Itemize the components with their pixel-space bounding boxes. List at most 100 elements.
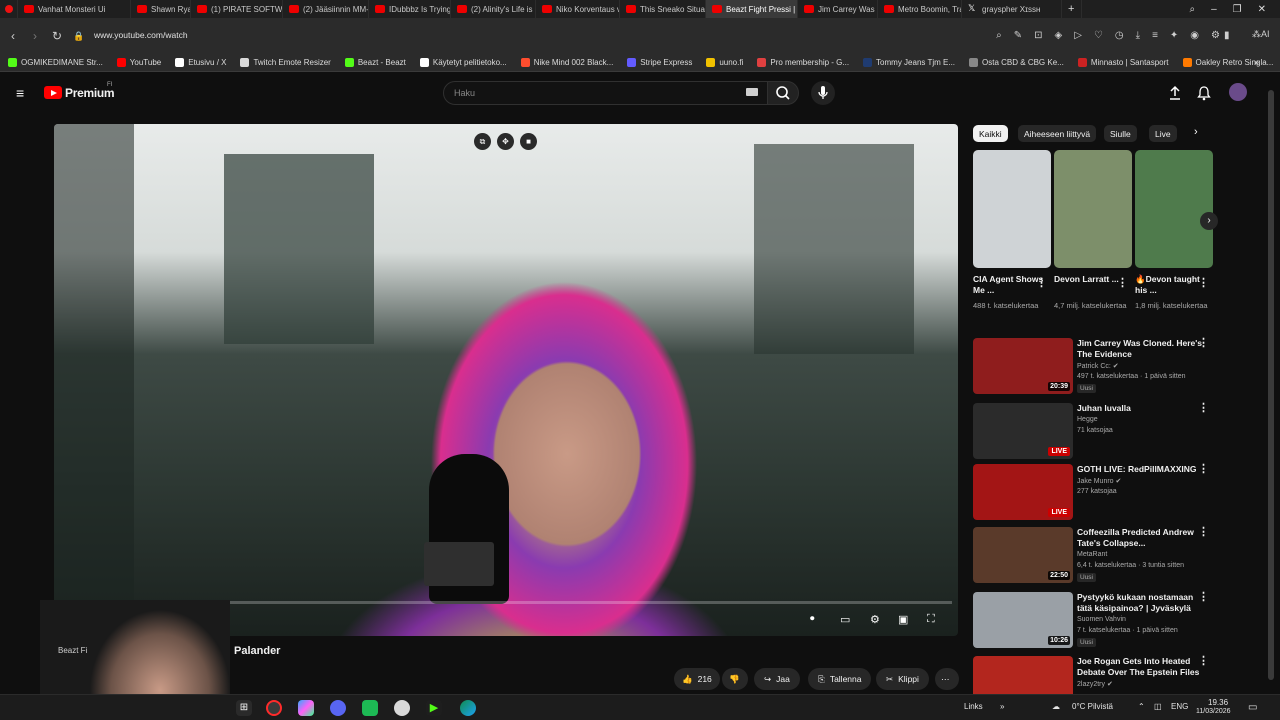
settings-icon[interactable]: ⚙	[1211, 30, 1220, 41]
dislike-button[interactable]: 👎	[722, 668, 748, 690]
filter-chip[interactable]: Kaikki	[973, 125, 1008, 142]
taskview-icon[interactable]: ⊞	[236, 700, 252, 716]
reload-icon[interactable]: ↻	[46, 29, 68, 43]
list-icon[interactable]: ≡	[1152, 30, 1158, 41]
bookmarks-overflow-icon[interactable]: »	[1254, 57, 1259, 67]
bookmark-item[interactable]: Osta CBD & CBG Ke...	[961, 58, 1070, 67]
short-thumbnail[interactable]	[973, 150, 1051, 268]
close-icon[interactable]: ✕	[1258, 4, 1266, 15]
steam-icon[interactable]	[394, 700, 410, 716]
bookmark-item[interactable]: Minnasto | Santasport	[1070, 58, 1175, 67]
youtube-logo-icon[interactable]	[44, 86, 62, 99]
notifications-icon[interactable]	[1197, 85, 1211, 101]
back-icon[interactable]: ‹	[2, 29, 24, 43]
opera-icon[interactable]	[266, 700, 282, 716]
recommendation-item[interactable]: LIVE GOTH LIVE: RedPillMAXXING Jake Munro …	[973, 464, 1213, 522]
bookmark-item[interactable]: Oakley Retro Singla...	[1175, 58, 1280, 67]
channel-name[interactable]: Hegge	[1077, 416, 1098, 423]
channel-name[interactable]: Patrick Cc: ✔	[1077, 362, 1119, 370]
more-vert-icon[interactable]: ⋮	[1198, 656, 1209, 667]
weather-widget[interactable]: 0°C Pilvistä	[1072, 702, 1113, 711]
links-toolbar[interactable]: Links	[964, 702, 983, 711]
more-vert-icon[interactable]: ⋮	[1198, 464, 1209, 475]
extension-icon[interactable]: ✦	[1170, 30, 1178, 41]
new-tab-button[interactable]: +	[1062, 0, 1082, 18]
network-icon[interactable]: ◫	[1154, 702, 1162, 711]
browser-tab[interactable]: Shawn Ryan Show	[131, 0, 191, 18]
video-thumbnail[interactable]: LIVE	[973, 403, 1073, 459]
edge-icon[interactable]	[460, 700, 476, 716]
chevron-icon[interactable]: »	[1000, 702, 1004, 711]
recommendation-item[interactable]: 20:39 Jim Carrey Was Cloned. Here's The E…	[973, 338, 1213, 396]
more-actions-button[interactable]: ⋯	[935, 668, 959, 690]
browser-tab[interactable]: (2) Alinity's Life is F	[451, 0, 536, 18]
channel-name[interactable]: Jake Munro ✔	[1077, 477, 1121, 485]
bookmark-item[interactable]: Käytetyt pelitietoko...	[412, 58, 513, 67]
browser-tab[interactable]: Niko Korventaus vs	[536, 0, 620, 18]
recommendation-item[interactable]: 10:26 Pystyykö kukaan nostamaan tätä käsi…	[973, 592, 1213, 650]
more-vert-icon[interactable]: ⋮	[1036, 278, 1047, 289]
bookmark-item[interactable]: Twitch Emote Resizer	[232, 58, 336, 67]
browser-tab[interactable]: Vanhat Monsteri Ui	[18, 0, 131, 18]
video-thumbnail[interactable]: 20:39	[973, 338, 1073, 394]
short-thumbnail[interactable]	[1054, 150, 1132, 268]
recommendation-item[interactable]: LIVE Juhan luvalla Hegge 71 katsojaa ⋮	[973, 403, 1213, 461]
language-indicator[interactable]: ENG	[1171, 702, 1188, 711]
download-icon[interactable]: ⤓	[1136, 30, 1140, 41]
fullscreen-icon[interactable]: ⛶	[927, 613, 935, 626]
clock-date[interactable]: 11/03/2026	[1196, 708, 1231, 715]
browser-tab[interactable]: (2) Jääsiinnin MM-l	[283, 0, 369, 18]
short-thumbnail[interactable]	[1135, 150, 1213, 268]
recommendation-item[interactable]: 22:50 Coffeezilla Predicted Andrew Tate's…	[973, 527, 1213, 585]
ai-button[interactable]: ⁂AI	[1252, 29, 1270, 40]
bookmark-item[interactable]: OGMIKEDIMANE Str...	[0, 58, 109, 67]
bookmark-item[interactable]: Etusivu / X	[167, 58, 232, 67]
kick-icon[interactable]: ▶	[426, 700, 442, 716]
browser-tab[interactable]: (1) PIRATE SOFTWA	[191, 0, 283, 18]
bookmark-item[interactable]: YouTube	[109, 58, 167, 67]
browser-tab[interactable]: Beazt Fight Pressi | Vai	[706, 0, 798, 18]
subtitles-icon[interactable]: ▭	[840, 613, 850, 626]
shorts-next-icon[interactable]: ›	[1200, 212, 1218, 230]
channel-name[interactable]: MetaRant	[1077, 551, 1107, 558]
avatar[interactable]	[1229, 83, 1247, 101]
youtube-logo-text[interactable]: Premium	[65, 86, 115, 100]
browser-tab[interactable]: This Sneako Situati	[620, 0, 706, 18]
more-vert-icon[interactable]: ⋮	[1117, 278, 1128, 289]
tray-overflow-icon[interactable]: ⌃	[1138, 702, 1145, 711]
video-thumbnail[interactable]: 10:26	[973, 592, 1073, 648]
filter-chip[interactable]: Siulle	[1104, 125, 1137, 142]
voice-search-button[interactable]	[811, 81, 835, 105]
shield-icon[interactable]: ◈	[1055, 30, 1063, 41]
video-thumbnail[interactable]: 22:50	[973, 527, 1073, 583]
settings-gear-icon[interactable]: ⚙	[870, 613, 880, 626]
like-button[interactable]: 👍 216	[674, 668, 720, 690]
profile-icon[interactable]: ◉	[1190, 30, 1199, 41]
url-text[interactable]: www.youtube.com/watch	[94, 30, 188, 40]
bookmark-item[interactable]: Stripe Express	[619, 58, 698, 67]
save-button[interactable]: ⎘ Tallenna	[808, 668, 872, 690]
sidebar-toggle-icon[interactable]: ▮	[1224, 30, 1230, 41]
chips-next-icon[interactable]: ›	[1194, 126, 1198, 138]
browser-menu-icon[interactable]	[0, 0, 18, 18]
filter-chip[interactable]: Live	[1149, 125, 1177, 142]
menu-icon[interactable]: ≡	[16, 85, 24, 101]
record-icon[interactable]: ■	[520, 133, 537, 150]
autoplay-toggle[interactable]: ⏺	[810, 613, 815, 624]
discord-icon[interactable]	[330, 700, 346, 716]
video-player[interactable]: ⧉ ✥ ■ ⏭ 🔊 ⏺ ▭ ⚙ ▣ ⛶	[54, 124, 958, 636]
channel-name[interactable]: 2lazy2try ✔	[1077, 680, 1113, 688]
bookmark-item[interactable]: Beazt - Beazt	[337, 58, 412, 67]
minimize-icon[interactable]: –	[1211, 4, 1217, 15]
history-icon[interactable]: ◷	[1115, 30, 1124, 41]
camera-icon[interactable]: ⊡	[1034, 30, 1042, 41]
bookmark-item[interactable]: Nike Mind 002 Black...	[513, 58, 620, 67]
more-vert-icon[interactable]: ⋮	[1198, 338, 1209, 349]
page-scrollbar[interactable]	[1268, 90, 1274, 680]
creative-app-icon[interactable]	[298, 700, 314, 716]
move-icon[interactable]: ✥	[497, 133, 514, 150]
keyboard-icon[interactable]	[746, 88, 758, 96]
share-button[interactable]: ↪ Jaa	[754, 668, 800, 690]
search-button[interactable]	[767, 81, 799, 105]
bookmark-item[interactable]: Pro membership - G...	[749, 58, 855, 67]
